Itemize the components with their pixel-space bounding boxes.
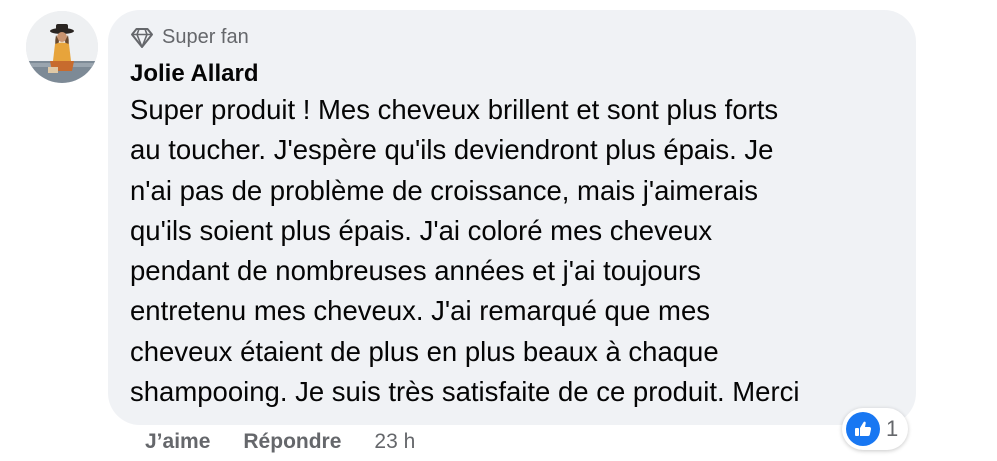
- comment-text: Super produit ! Mes cheveux brillent et …: [130, 90, 890, 412]
- comment-line: entretenu mes cheveux. J'ai remarqué que…: [130, 295, 710, 327]
- super-fan-badge[interactable]: Super fan: [130, 26, 249, 49]
- comment-line: Super produit ! Mes cheveux brillent et …: [130, 94, 779, 125]
- like-icon: [846, 412, 880, 446]
- comment-bubble: Super fan Jolie Allard Super produit ! M…: [108, 10, 916, 425]
- avatar-photo: [26, 11, 98, 83]
- comment-line: shampooing. Je suis très satisfaite de c…: [130, 376, 800, 408]
- comment-line: au toucher. J'espère qu'ils deviendront …: [130, 134, 774, 166]
- reply-button[interactable]: Répondre: [243, 430, 341, 454]
- diamond-icon: [131, 27, 153, 48]
- comment-actions: J’aime Répondre 23 h: [145, 430, 415, 454]
- comment-author[interactable]: Jolie Allard: [130, 60, 258, 88]
- comment-line: cheveux étaient de plus en plus beaux à …: [130, 335, 719, 367]
- avatar[interactable]: [26, 11, 98, 83]
- reactions-summary[interactable]: 1: [842, 408, 909, 450]
- comment-line: pendant de nombreuses années et j'ai tou…: [130, 255, 701, 287]
- comment-timestamp[interactable]: 23 h: [374, 430, 415, 454]
- reaction-count: 1: [886, 416, 899, 441]
- super-fan-label: Super fan: [162, 26, 249, 48]
- comment-line: qu'ils soient plus épais. J'ai coloré me…: [130, 214, 713, 246]
- comment-line: n'ai pas de problème de croissance, mais…: [130, 174, 759, 206]
- like-button[interactable]: J’aime: [145, 430, 210, 454]
